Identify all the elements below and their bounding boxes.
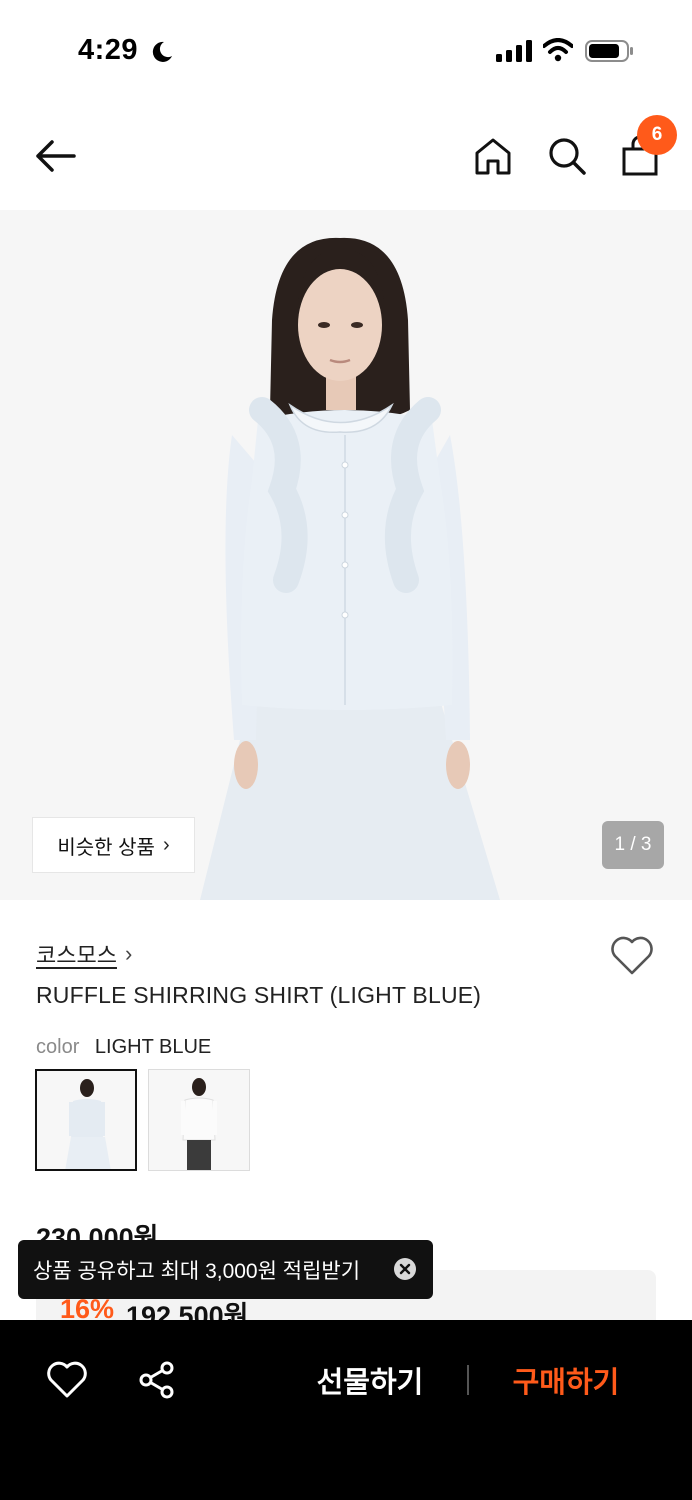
chevron-right-icon: › [162,833,170,856]
home-icon[interactable] [472,135,514,177]
cart-count-badge: 6 [637,115,677,155]
image-counter: 1 / 3 [602,821,664,869]
gift-button[interactable]: 선물하기 [300,1355,440,1405]
search-icon[interactable] [546,135,588,177]
color-swatch-white[interactable] [148,1069,250,1171]
brand-name[interactable]: 코스모스 [36,938,117,970]
product-photo [0,210,692,900]
share-icon[interactable] [137,1360,177,1400]
brand-link[interactable]: 코스모스 › [36,938,132,970]
product-title: RUFFLE SHIRRING SHIRT (LIGHT BLUE) [36,982,482,1008]
chevron-right-icon: › [124,941,133,966]
close-icon[interactable] [393,1257,417,1281]
share-reward-toast: 상품 공유하고 최대 3,000원 적립받기 [18,1240,433,1299]
status-time: 4:29 [78,34,139,66]
divider [467,1365,469,1395]
swatch-thumbnail [37,1071,135,1169]
color-swatch-light-blue[interactable] [35,1069,137,1171]
color-value: LIGHT BLUE [94,1036,212,1058]
heart-icon[interactable] [46,1360,88,1400]
similar-products-label: 비슷한 상품 [57,836,155,859]
toast-text: 상품 공유하고 최대 3,000원 적립받기 [33,1259,361,1283]
color-label: color [36,1036,80,1058]
signal-icon [496,40,532,62]
heart-icon[interactable] [610,936,654,976]
swatch-thumbnail [149,1070,249,1170]
buy-button[interactable]: 구매하기 [496,1355,636,1405]
nav-bar: 6 [0,105,692,210]
status-bar: 4:29 [0,0,692,100]
bottom-action-bar: 선물하기 구매하기 [0,1320,692,1500]
product-image-carousel[interactable]: 비슷한 상품 › 1 / 3 [0,210,692,900]
battery-icon [585,40,633,62]
moon-icon [152,41,172,62]
back-arrow-icon[interactable] [32,135,78,177]
similar-products-button[interactable]: 비슷한 상품 › [32,817,195,873]
color-row: color LIGHT BLUE [36,1036,211,1059]
wifi-icon [543,38,573,62]
